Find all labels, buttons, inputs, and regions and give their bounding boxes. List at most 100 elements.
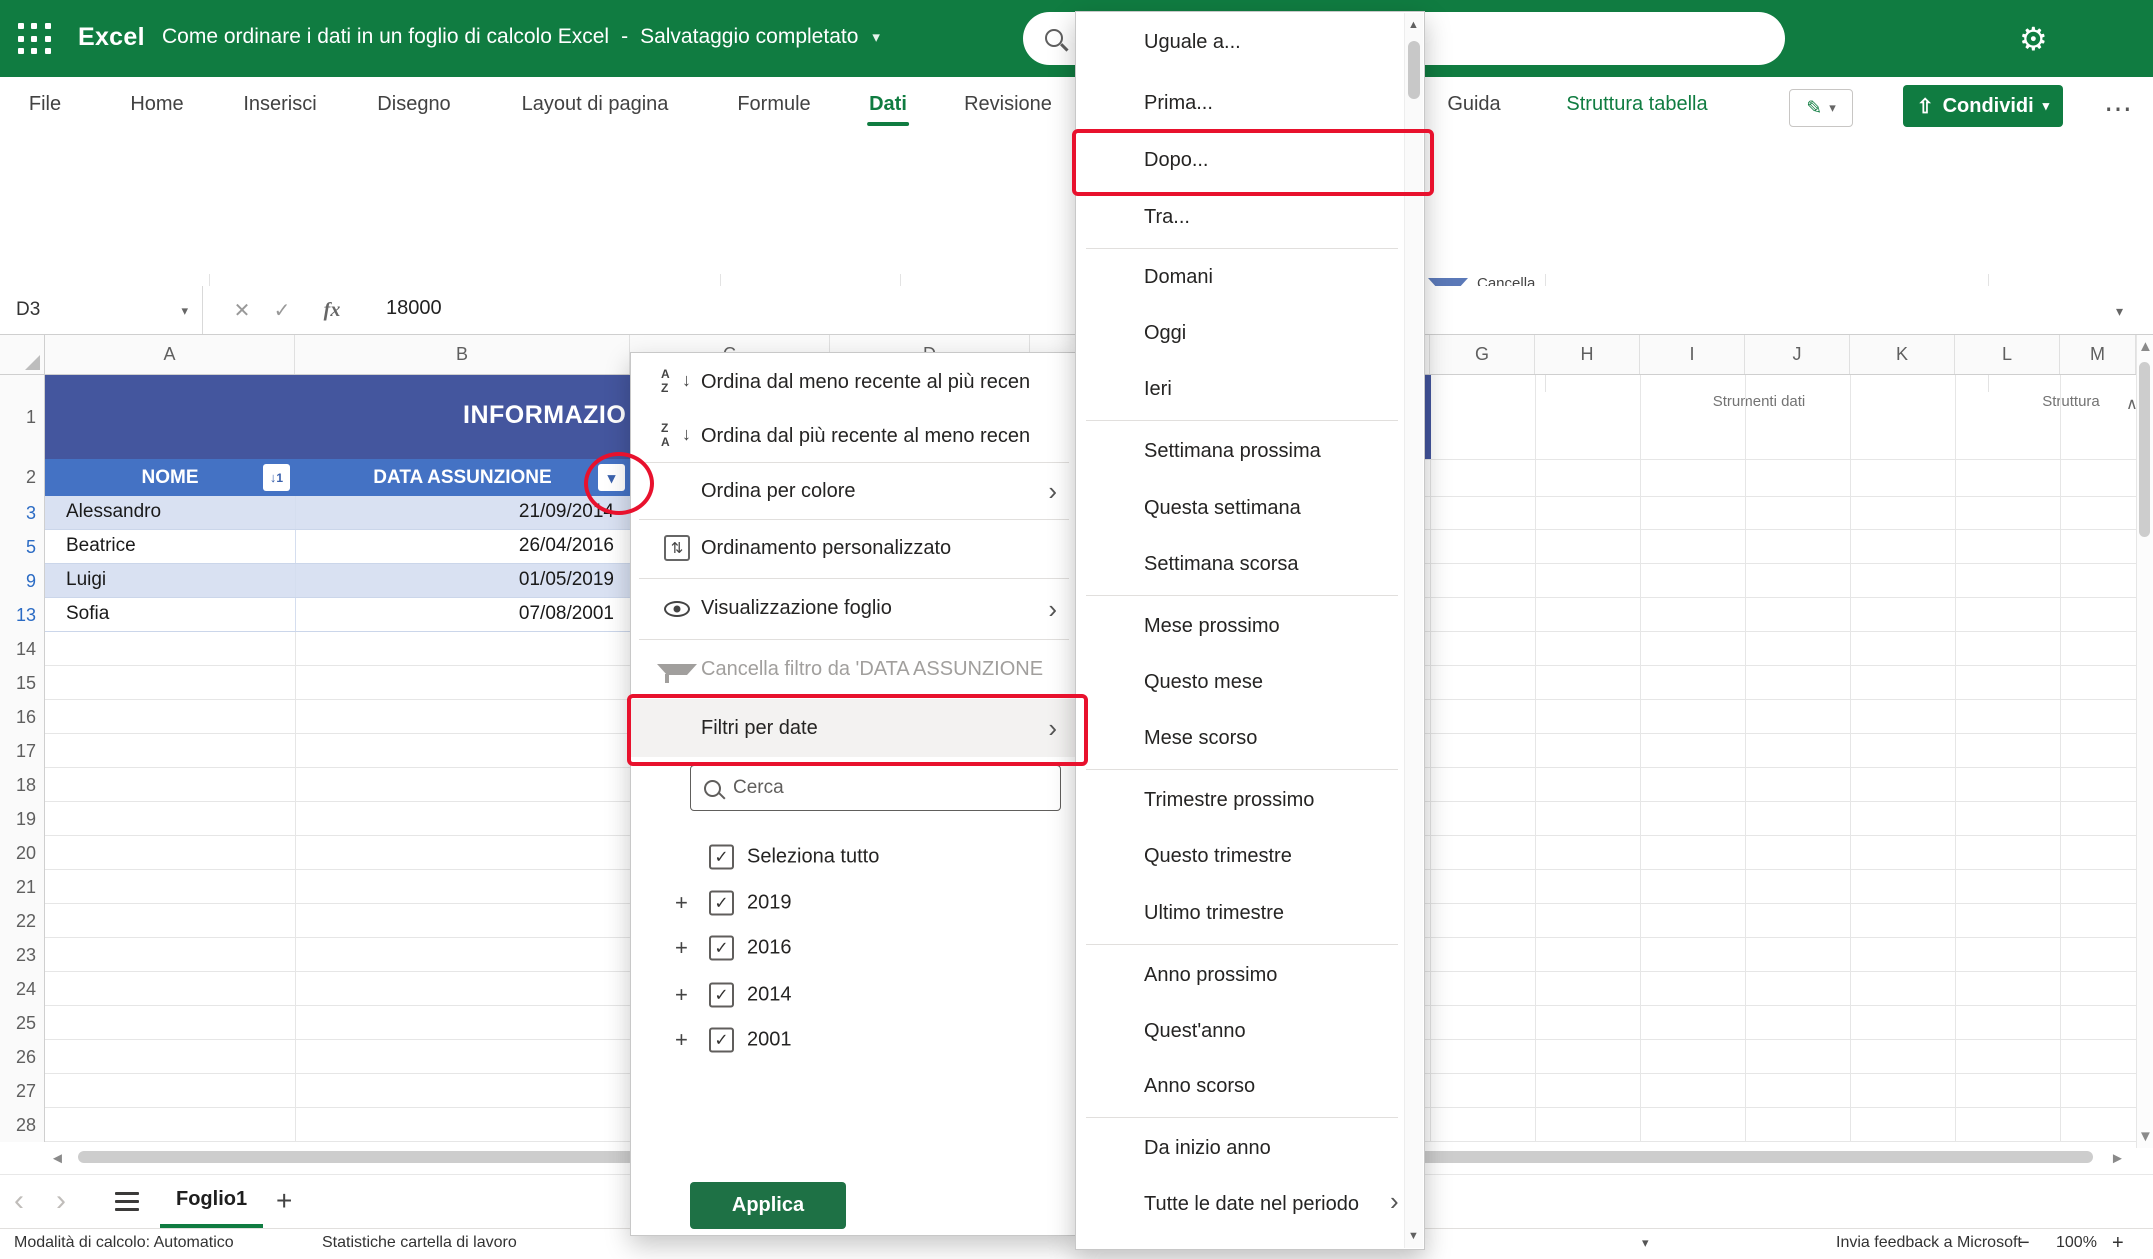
- submenu-quest-anno[interactable]: Quest'anno: [1076, 1003, 1402, 1059]
- col-header-m[interactable]: M: [2060, 335, 2136, 374]
- tab-home[interactable]: Home: [130, 77, 183, 131]
- row-header[interactable]: 22: [0, 909, 36, 933]
- submenu-da-inizio-anno[interactable]: Da inizio anno: [1076, 1120, 1402, 1176]
- tab-file[interactable]: File: [29, 77, 61, 131]
- submenu-settimana-scorsa[interactable]: Settimana scorsa: [1076, 536, 1402, 592]
- settings-gear-icon[interactable]: ⚙: [2019, 20, 2048, 58]
- row-header-filtered[interactable]: 13: [0, 603, 36, 627]
- col-header-l[interactable]: L: [1955, 335, 2060, 374]
- tab-struttura-tabella[interactable]: Struttura tabella: [1566, 77, 1707, 131]
- zoom-level[interactable]: 100%: [2056, 1228, 2097, 1258]
- col-header-g[interactable]: G: [1430, 335, 1535, 374]
- expand-icon[interactable]: +: [675, 982, 688, 1008]
- submenu-anno-prossimo[interactable]: Anno prossimo: [1076, 947, 1402, 1003]
- vscroll-thumb[interactable]: [2139, 362, 2150, 537]
- row-header[interactable]: 15: [0, 671, 36, 695]
- expand-icon[interactable]: +: [675, 1027, 688, 1053]
- expand-icon[interactable]: +: [675, 890, 688, 916]
- col-header-h[interactable]: H: [1535, 335, 1640, 374]
- row-header[interactable]: 20: [0, 841, 36, 865]
- submenu-trimestre-prossimo[interactable]: Trimestre prossimo: [1076, 772, 1402, 828]
- menu-custom-sort[interactable]: ⇅ Ordinamento personalizzato: [631, 521, 1077, 575]
- submenu-questo-trimestre[interactable]: Questo trimestre: [1076, 828, 1402, 884]
- checkbox-checked-icon[interactable]: ✓: [709, 845, 734, 870]
- document-title[interactable]: Come ordinare i dati in un foglio di cal…: [162, 25, 880, 49]
- submenu-dopo[interactable]: Dopo...: [1076, 132, 1402, 188]
- submenu-uguale-a[interactable]: Uguale a...: [1076, 14, 1402, 70]
- prev-sheet-button[interactable]: ‹: [14, 1180, 24, 1222]
- chevron-down-icon[interactable]: ▾: [181, 303, 188, 319]
- formula-input[interactable]: 18000: [386, 297, 442, 320]
- table-header-data-assunzione[interactable]: DATA ASSUNZIONE ▾: [295, 459, 630, 496]
- submenu-settimana-prossima[interactable]: Settimana prossima: [1076, 423, 1402, 479]
- row-header[interactable]: 19: [0, 807, 36, 831]
- menu-sheet-view[interactable]: Visualizzazione foglio ›: [631, 581, 1077, 636]
- row-header[interactable]: 16: [0, 705, 36, 729]
- submenu-oggi[interactable]: Oggi: [1076, 305, 1402, 361]
- col-header-i[interactable]: I: [1640, 335, 1745, 374]
- checkbox-checked-icon[interactable]: ✓: [709, 983, 734, 1008]
- filter-year-2001[interactable]: + ✓ 2001: [631, 1017, 1077, 1063]
- submenu-ultimo-trimestre[interactable]: Ultimo trimestre: [1076, 885, 1402, 941]
- zoom-out-button[interactable]: −: [2018, 1228, 2030, 1258]
- vscroll-down-arrow[interactable]: ▼: [2138, 1128, 2153, 1145]
- row-header[interactable]: 26: [0, 1045, 36, 1069]
- row-header[interactable]: 28: [0, 1113, 36, 1137]
- vscroll-up-arrow[interactable]: ▲: [2138, 338, 2153, 355]
- status-chevron-icon[interactable]: ▾: [1642, 1228, 1649, 1258]
- submenu-prima[interactable]: Prima...: [1076, 75, 1402, 131]
- add-sheet-button[interactable]: +: [276, 1180, 292, 1222]
- checkbox-checked-icon[interactable]: ✓: [709, 1028, 734, 1053]
- col-header-k[interactable]: K: [1850, 335, 1955, 374]
- filter-year-2016[interactable]: + ✓ 2016: [631, 925, 1077, 971]
- submenu-tra[interactable]: Tra...: [1076, 189, 1402, 245]
- tab-revisione[interactable]: Revisione: [964, 77, 1052, 131]
- submenu-questo-mese[interactable]: Questo mese: [1076, 654, 1402, 710]
- expand-icon[interactable]: +: [675, 935, 688, 961]
- share-button[interactable]: ⇧ Condividi ▾: [1903, 85, 2063, 127]
- table-row[interactable]: Sofia 07/08/2001: [45, 598, 630, 632]
- app-launcher-icon[interactable]: [16, 21, 54, 57]
- submenu-anno-scorso[interactable]: Anno scorso: [1076, 1058, 1402, 1114]
- calc-mode-status[interactable]: Modalità di calcolo: Automatico: [14, 1228, 234, 1258]
- zoom-in-button[interactable]: +: [2112, 1228, 2124, 1258]
- filter-select-all[interactable]: ✓ Seleziona tutto: [631, 834, 1077, 880]
- col-header-b[interactable]: B: [295, 335, 630, 374]
- cancel-entry-button[interactable]: ✕: [222, 286, 262, 334]
- table-row[interactable]: Luigi 01/05/2019: [45, 564, 630, 598]
- expand-formula-bar-icon[interactable]: ▾: [2116, 303, 2123, 320]
- filter-sorted-button[interactable]: ↓ 1: [263, 464, 290, 491]
- apply-filter-button[interactable]: Applica: [690, 1182, 846, 1229]
- tab-formule[interactable]: Formule: [737, 77, 810, 131]
- submenu-mese-scorso[interactable]: Mese scorso: [1076, 710, 1402, 766]
- row-header[interactable]: 27: [0, 1079, 36, 1103]
- row-header[interactable]: 1: [0, 405, 36, 429]
- table-row[interactable]: Alessandro 21/09/2014: [45, 496, 630, 530]
- tab-guida[interactable]: Guida: [1447, 77, 1500, 131]
- tab-layout[interactable]: Layout di pagina: [522, 77, 669, 131]
- row-header[interactable]: 24: [0, 977, 36, 1001]
- checkbox-checked-icon[interactable]: ✓: [709, 936, 734, 961]
- filter-search-input[interactable]: Cerca: [690, 765, 1061, 811]
- menu-sort-oldest[interactable]: AZ↓ Ordina dal meno recente al più recen: [631, 355, 1077, 409]
- filter-dropdown-button[interactable]: ▾: [598, 464, 625, 491]
- submenu-domani[interactable]: Domani: [1076, 249, 1402, 305]
- workbook-stats[interactable]: Statistiche cartella di lavoro: [322, 1228, 517, 1258]
- all-sheets-menu-icon[interactable]: [115, 1192, 139, 1216]
- scroll-down-icon[interactable]: ▼: [1408, 1230, 1419, 1242]
- row-header-filtered[interactable]: 3: [0, 501, 36, 525]
- submenu-mese-prossimo[interactable]: Mese prossimo: [1076, 598, 1402, 654]
- row-header[interactable]: 18: [0, 773, 36, 797]
- scroll-thumb[interactable]: [1408, 41, 1420, 99]
- submenu-ieri[interactable]: Ieri: [1076, 361, 1402, 417]
- col-header-a[interactable]: A: [45, 335, 295, 374]
- sheet-tab-foglio1[interactable]: Foglio1: [160, 1174, 263, 1228]
- row-header-filtered[interactable]: 5: [0, 535, 36, 559]
- submenu-tutte-le-date[interactable]: Tutte le date nel periodo: [1076, 1176, 1402, 1232]
- row-header[interactable]: 17: [0, 739, 36, 763]
- filter-year-2014[interactable]: + ✓ 2014: [631, 972, 1077, 1018]
- scroll-up-icon[interactable]: ▲: [1408, 19, 1419, 31]
- editing-mode-button[interactable]: ✎ ▾: [1789, 89, 1853, 127]
- send-feedback-link[interactable]: Invia feedback a Microsoft: [1836, 1228, 2022, 1258]
- col-header-j[interactable]: J: [1745, 335, 1850, 374]
